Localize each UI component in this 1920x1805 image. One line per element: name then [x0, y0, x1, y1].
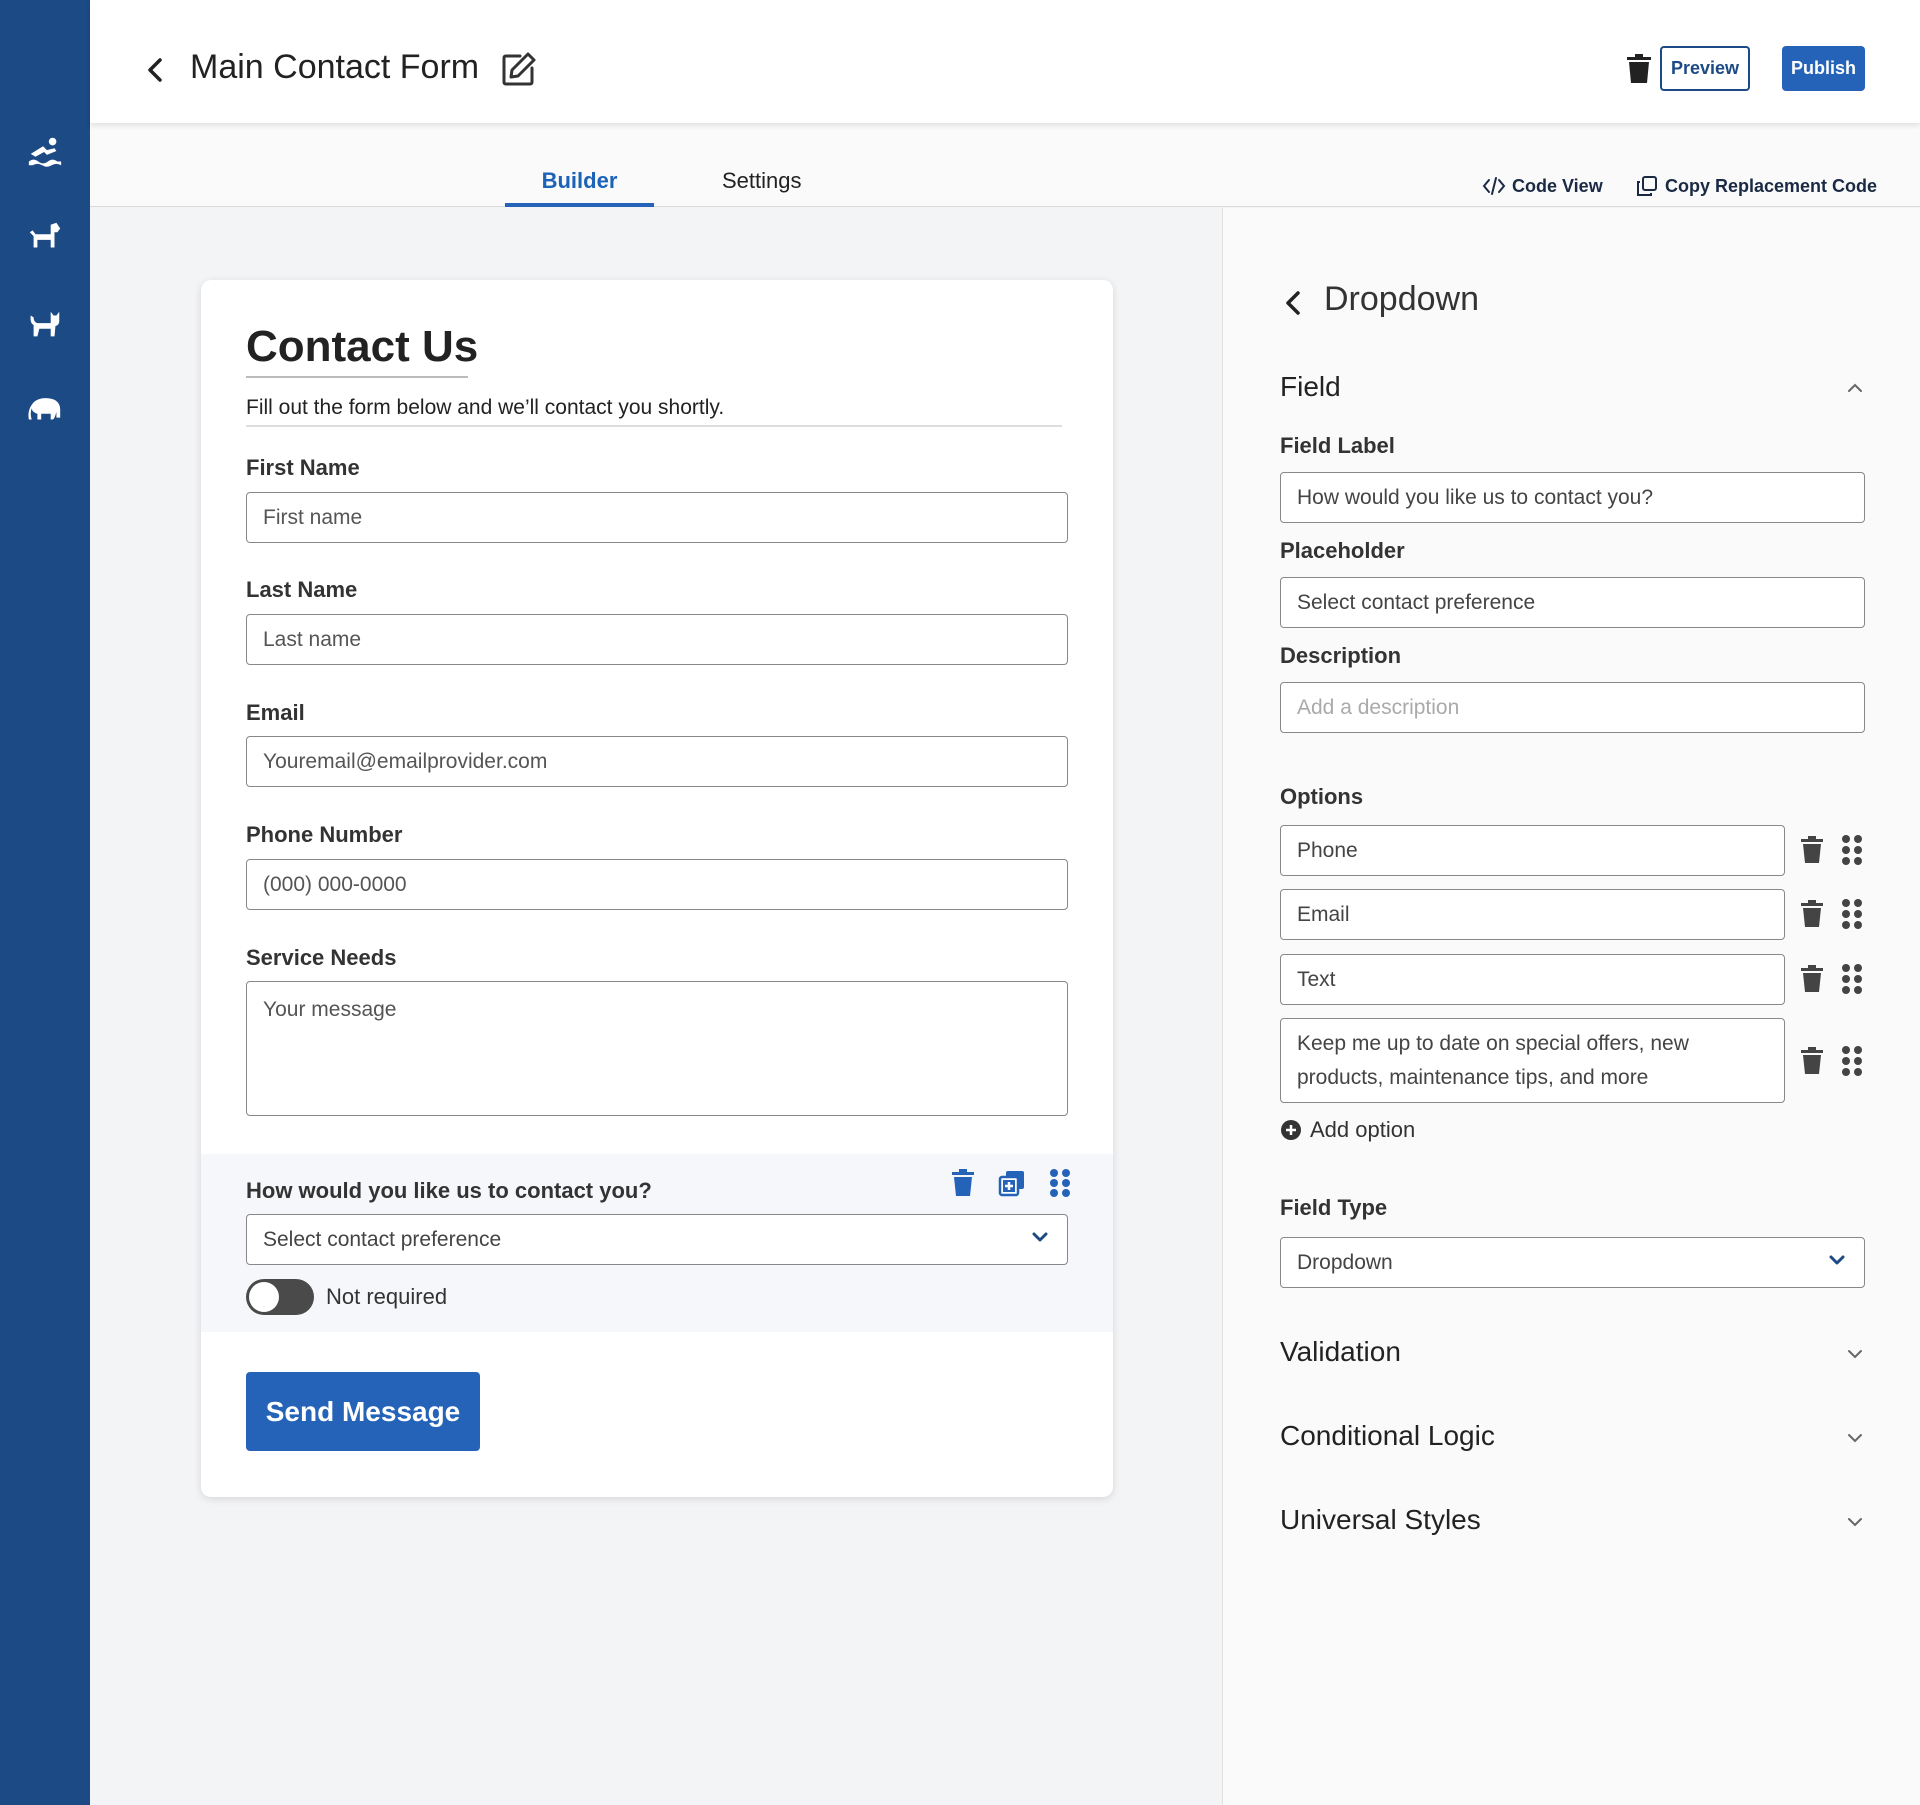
- description-label: Description: [1280, 643, 1402, 668]
- section-conditional-logic-header[interactable]: Conditional Logic: [1280, 1420, 1495, 1452]
- back-button[interactable]: [140, 50, 170, 90]
- section-validation-header[interactable]: Validation: [1280, 1336, 1401, 1368]
- add-option-button[interactable]: Add option: [1280, 1117, 1415, 1143]
- swimmer-icon[interactable]: [25, 132, 65, 172]
- send-message-button[interactable]: Send Message: [246, 1372, 480, 1451]
- form-title: Main Contact Form: [190, 48, 480, 86]
- chevron-down-icon: [1826, 1249, 1848, 1277]
- left-rail: [0, 0, 90, 1805]
- last-name-field[interactable]: [246, 614, 1068, 665]
- chevron-left-icon: [1286, 291, 1300, 315]
- option-input-offers[interactable]: Keep me up to date on special offers, ne…: [1280, 1018, 1785, 1103]
- contact-preference-label: How would you like us to contact you?: [246, 1178, 652, 1203]
- chevron-down-icon[interactable]: [1843, 1510, 1867, 1534]
- phone-field[interactable]: [246, 859, 1068, 910]
- grip-icon: [1050, 1169, 1070, 1197]
- form-subtitle[interactable]: Fill out the form below and we’ll contac…: [246, 396, 724, 420]
- elephant-icon[interactable]: [25, 390, 65, 430]
- chevron-up-icon[interactable]: [1843, 376, 1867, 400]
- edit-icon[interactable]: [500, 50, 538, 88]
- copy-icon: [1637, 176, 1657, 196]
- section-universal-styles-header[interactable]: Universal Styles: [1280, 1504, 1481, 1536]
- preview-button[interactable]: Preview: [1660, 46, 1750, 91]
- last-name-label: Last Name: [246, 577, 358, 602]
- description-input[interactable]: [1280, 682, 1865, 733]
- field-label-input[interactable]: [1280, 472, 1865, 523]
- duplicate-icon: [998, 1171, 1024, 1197]
- required-label: Not required: [326, 1284, 448, 1309]
- panel-title: Dropdown: [1324, 280, 1479, 318]
- grip-icon[interactable]: [1838, 898, 1866, 930]
- heading-divider: [246, 376, 468, 378]
- field-type-select[interactable]: Dropdown: [1280, 1237, 1865, 1288]
- field-type-label: Field Type: [1280, 1195, 1388, 1220]
- service-needs-label: Service Needs: [246, 945, 397, 970]
- trash-icon[interactable]: [1799, 964, 1825, 994]
- service-needs-textarea[interactable]: [246, 981, 1068, 1116]
- first-name-field[interactable]: [246, 492, 1068, 543]
- add-option-label: Add option: [1310, 1117, 1416, 1142]
- placeholder-label: Placeholder: [1280, 538, 1405, 563]
- grip-icon[interactable]: [1838, 963, 1866, 995]
- field-type-value: Dropdown: [1297, 1250, 1393, 1274]
- plus-circle-icon: [1281, 1120, 1301, 1140]
- publish-button[interactable]: Publish: [1782, 46, 1865, 91]
- delete-form-button[interactable]: [1622, 52, 1656, 86]
- trash-icon[interactable]: [1799, 899, 1825, 929]
- options-label: Options: [1280, 784, 1364, 809]
- code-icon: [1482, 177, 1506, 195]
- tab-builder[interactable]: Builder: [505, 168, 654, 194]
- placeholder-input[interactable]: [1280, 577, 1865, 628]
- code-view-link[interactable]: Code View: [1482, 175, 1603, 197]
- trash-icon[interactable]: [1799, 1046, 1825, 1076]
- chevron-down-icon[interactable]: [1843, 1342, 1867, 1366]
- delete-field-button[interactable]: [949, 1168, 977, 1198]
- email-field[interactable]: [246, 736, 1068, 787]
- drag-handle[interactable]: [1046, 1168, 1074, 1198]
- email-label: Email: [246, 700, 305, 725]
- properties-panel: Dropdown Field Field Label Placeholder D…: [1222, 208, 1920, 1805]
- contact-preference-select[interactable]: Select contact preference: [246, 1214, 1068, 1265]
- option-input-text[interactable]: [1280, 954, 1785, 1005]
- tab-bar: Builder Settings Code View Copy Replacem…: [90, 123, 1920, 207]
- first-name-label: First Name: [246, 455, 360, 480]
- subtitle-divider: [246, 425, 1062, 427]
- phone-label: Phone Number: [246, 822, 403, 847]
- trash-icon[interactable]: [1799, 835, 1825, 865]
- duplicate-field-button[interactable]: [998, 1168, 1026, 1198]
- chevron-left-icon: [148, 58, 162, 82]
- section-field-header[interactable]: Field: [1280, 371, 1341, 403]
- panel-back-button[interactable]: [1278, 283, 1308, 323]
- select-placeholder: Select contact preference: [263, 1227, 502, 1251]
- field-label-label: Field Label: [1280, 433, 1395, 458]
- copy-code-label: Copy Replacement Code: [1665, 175, 1878, 196]
- copy-code-link[interactable]: Copy Replacement Code: [1635, 175, 1877, 197]
- code-view-label: Code View: [1512, 175, 1603, 196]
- form-heading[interactable]: Contact Us: [246, 322, 478, 372]
- dog-icon[interactable]: [25, 218, 65, 258]
- form-preview-card: Contact Us Fill out the form below and w…: [201, 280, 1113, 1497]
- selected-dropdown-field[interactable]: How would you like us to contact you? Se…: [201, 1154, 1113, 1332]
- option-input-email[interactable]: [1280, 889, 1785, 940]
- cat-icon[interactable]: [25, 305, 65, 345]
- active-tab-indicator: [505, 203, 654, 207]
- chevron-down-icon[interactable]: [1843, 1426, 1867, 1450]
- grip-icon[interactable]: [1838, 1045, 1866, 1077]
- toggle-knob: [249, 1282, 279, 1312]
- chevron-down-icon: [1029, 1226, 1051, 1254]
- top-bar: Main Contact Form Preview Publish: [90, 0, 1920, 123]
- trash-icon: [952, 1169, 974, 1196]
- required-toggle[interactable]: [246, 1279, 314, 1315]
- trash-icon: [1627, 54, 1651, 83]
- option-input-phone[interactable]: [1280, 825, 1785, 876]
- tab-settings[interactable]: Settings: [722, 168, 802, 194]
- grip-icon[interactable]: [1838, 834, 1866, 866]
